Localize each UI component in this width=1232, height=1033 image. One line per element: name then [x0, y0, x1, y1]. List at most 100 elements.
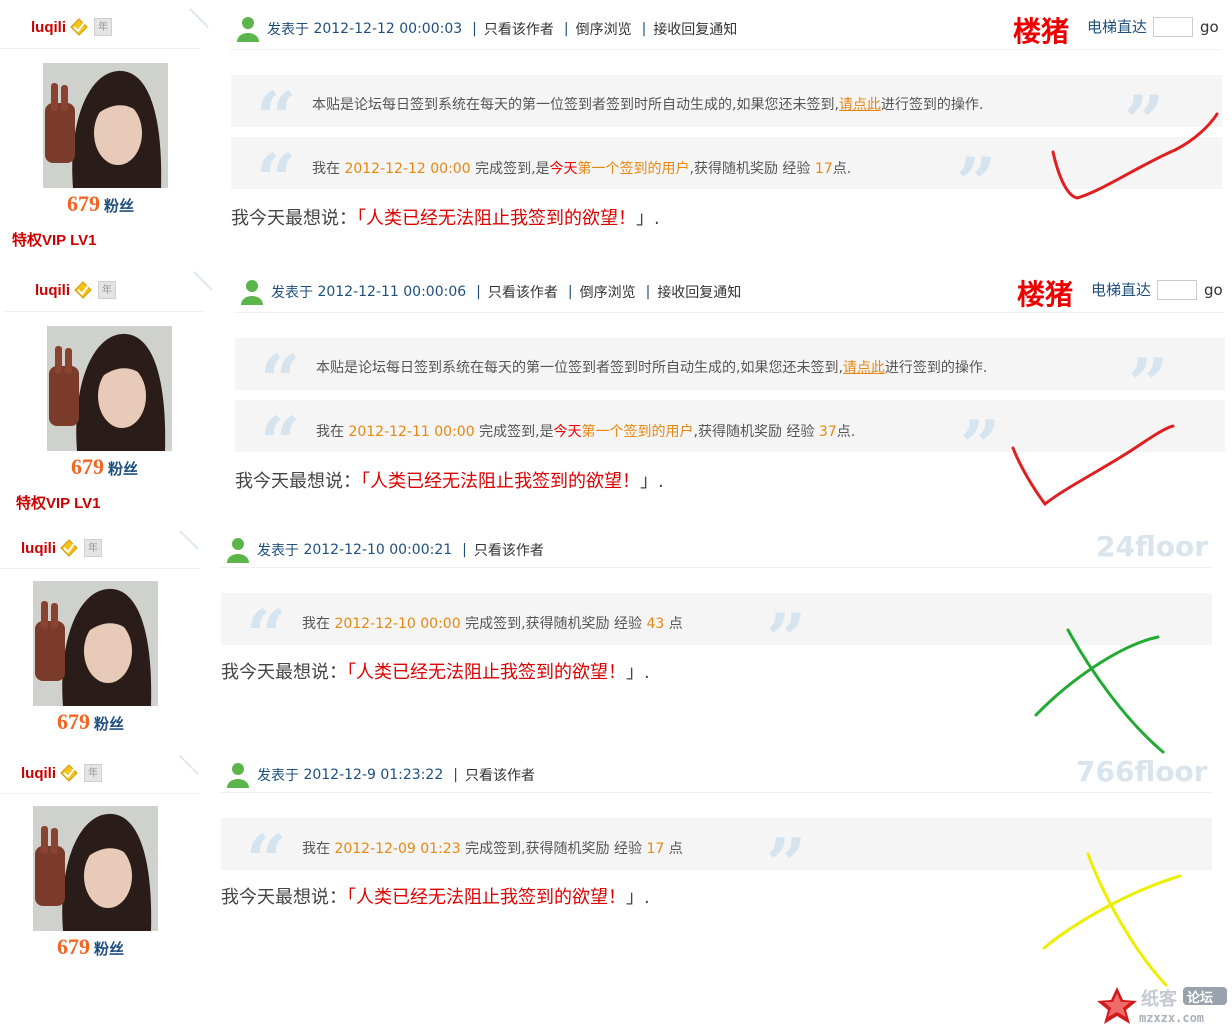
checkin-text: 我在 2012-12-11 00:00 完成签到,是今天第一个签到的用户,获得随…: [316, 424, 856, 440]
post-header: 发表于 2012-12-10 00:00:21 | 只看该作者: [227, 537, 544, 563]
medal-icon[interactable]: [60, 539, 78, 557]
louzhu-label: 楼猪: [1017, 278, 1074, 311]
author-row: luqili 年: [35, 281, 116, 299]
fans-count[interactable]: 679 粉丝: [57, 934, 124, 960]
separator: |: [462, 542, 467, 558]
cross-mark: [1042, 852, 1182, 987]
divider: [220, 792, 1212, 793]
go-button[interactable]: go: [1200, 18, 1219, 36]
author-row: luqili 年: [31, 18, 112, 36]
nian-badge[interactable]: 年: [84, 764, 102, 782]
jump-label[interactable]: 电梯直达: [1091, 279, 1151, 300]
notice-text: 本贴是论坛每日签到系统在每天的第一位签到者签到时所自动生成的,如果您还未签到,请…: [316, 360, 988, 376]
notice-box: “ ” 本贴是论坛每日签到系统在每天的第一位签到者签到时所自动生成的,如果您还未…: [235, 338, 1225, 420]
post-time: 2012-12-9 01:23:22: [303, 767, 444, 783]
user-icon: [237, 17, 259, 42]
post-header: 发表于 2012-12-11 00:00:06 | 只看该作者 | 倒序浏览 |…: [241, 279, 741, 305]
divider: [4, 311, 204, 312]
separator: |: [472, 21, 477, 37]
check-mark: [1051, 112, 1219, 200]
reverse-browse-link[interactable]: 倒序浏览: [576, 19, 632, 39]
checkin-text: 我在 2012-12-09 01:23 完成签到,获得随机奖励 经验 17 点: [302, 841, 683, 857]
divider: [193, 271, 213, 291]
avatar[interactable]: [47, 326, 172, 451]
post-time: 2012-12-11 00:00:06: [317, 284, 467, 300]
post-time: 2012-12-10 00:00:21: [303, 542, 453, 558]
jump-label[interactable]: 电梯直达: [1087, 16, 1147, 37]
author-name[interactable]: luqili: [21, 540, 56, 557]
author-row: luqili 年: [21, 764, 102, 782]
reply-notify-link[interactable]: 接收回复通知: [653, 19, 737, 39]
forum-watermark: 纸客 论坛 mzxzx.com: [1095, 985, 1230, 1029]
author-name[interactable]: luqili: [31, 19, 66, 36]
checkin-link[interactable]: 请点此: [843, 360, 885, 376]
post-time-label: 发表于: [271, 285, 313, 301]
fans-label: 粉丝: [108, 460, 139, 478]
only-author-link[interactable]: 只看该作者: [474, 540, 544, 560]
medal-icon[interactable]: [70, 18, 88, 36]
quote-close-icon: ”: [960, 405, 1001, 488]
avatar[interactable]: [33, 581, 158, 706]
jump-to-floor: 电梯直达 go: [1091, 279, 1223, 300]
avatar[interactable]: [33, 806, 158, 931]
cross-mark: [1034, 628, 1165, 754]
separator: |: [567, 284, 573, 300]
notice-text: 本贴是论坛每日签到系统在每天的第一位签到者签到时所自动生成的,如果您还未签到,请…: [312, 97, 984, 113]
divider: [0, 793, 200, 794]
avatar[interactable]: [43, 63, 168, 188]
reverse-browse-link[interactable]: 倒序浏览: [580, 282, 636, 302]
only-author-link[interactable]: 只看该作者: [465, 765, 535, 785]
mood-text: 我今天最想说：「人类已经无法阻止我签到的欲望！」.: [221, 887, 650, 908]
floor-number: 766floor: [1076, 755, 1208, 788]
reply-notify-link[interactable]: 接收回复通知: [657, 282, 741, 302]
nian-badge[interactable]: 年: [98, 281, 116, 299]
checkin-link[interactable]: 请点此: [839, 97, 881, 113]
fans-number: 679: [67, 191, 100, 216]
floor-input[interactable]: [1157, 279, 1198, 300]
quote-close-icon: ”: [956, 142, 997, 225]
checkin-text: 我在 2012-12-10 00:00 完成签到,获得随机奖励 经验 43 点: [302, 616, 683, 632]
only-author-link[interactable]: 只看该作者: [488, 282, 558, 302]
only-author-link[interactable]: 只看该作者: [484, 19, 554, 39]
fans-label: 粉丝: [94, 715, 125, 733]
floor-number: 24floor: [1096, 530, 1208, 563]
fans-number: 679: [57, 934, 90, 959]
fans-count[interactable]: 679 粉丝: [57, 709, 124, 735]
check-mark: [1011, 424, 1175, 507]
mood-text: 我今天最想说：「人类已经无法阻止我签到的欲望！」.: [221, 662, 650, 683]
fans-count[interactable]: 679 粉丝: [71, 454, 138, 480]
post-header: 发表于 2012-12-9 01:23:22 | 只看该作者: [227, 762, 535, 788]
user-icon: [227, 538, 249, 563]
user-icon: [241, 280, 263, 305]
divider: [179, 530, 199, 550]
nian-badge[interactable]: 年: [84, 539, 102, 557]
divider: [234, 312, 1224, 313]
watermark-name: 纸客: [1141, 989, 1177, 1010]
watermark-url: mzxzx.com: [1139, 1011, 1205, 1025]
fans-label: 粉丝: [104, 197, 135, 215]
divider: [0, 48, 200, 49]
divider: [230, 49, 1222, 50]
floor-input[interactable]: [1153, 16, 1194, 37]
go-button[interactable]: go: [1204, 281, 1223, 299]
vip-badge[interactable]: 特权VIP LV1: [16, 492, 100, 513]
separator: |: [645, 284, 651, 300]
quote-close-icon: ”: [766, 823, 807, 906]
vip-badge[interactable]: 特权VIP LV1: [12, 229, 96, 250]
checkin-text: 我在 2012-12-12 00:00 完成签到,是今天第一个签到的用户,获得随…: [312, 161, 852, 177]
watermark-tag: 论坛: [1187, 991, 1214, 1006]
author-row: luqili 年: [21, 539, 102, 557]
user-icon: [227, 763, 249, 788]
fans-count[interactable]: 679 粉丝: [67, 191, 134, 217]
divider: [220, 567, 1212, 568]
author-name[interactable]: luqili: [21, 765, 56, 782]
post-time-label: 发表于: [267, 22, 309, 38]
louzhu-label: 楼猪: [1013, 15, 1070, 48]
nian-badge[interactable]: 年: [94, 18, 112, 36]
post-time-label: 发表于: [257, 543, 299, 559]
mood-text: 我今天最想说：「人类已经无法阻止我签到的欲望！」.: [235, 471, 664, 492]
medal-icon[interactable]: [74, 281, 92, 299]
medal-icon[interactable]: [60, 764, 78, 782]
author-name[interactable]: luqili: [35, 282, 70, 299]
mood-text: 我今天最想说：「人类已经无法阻止我签到的欲望！」.: [231, 208, 660, 229]
